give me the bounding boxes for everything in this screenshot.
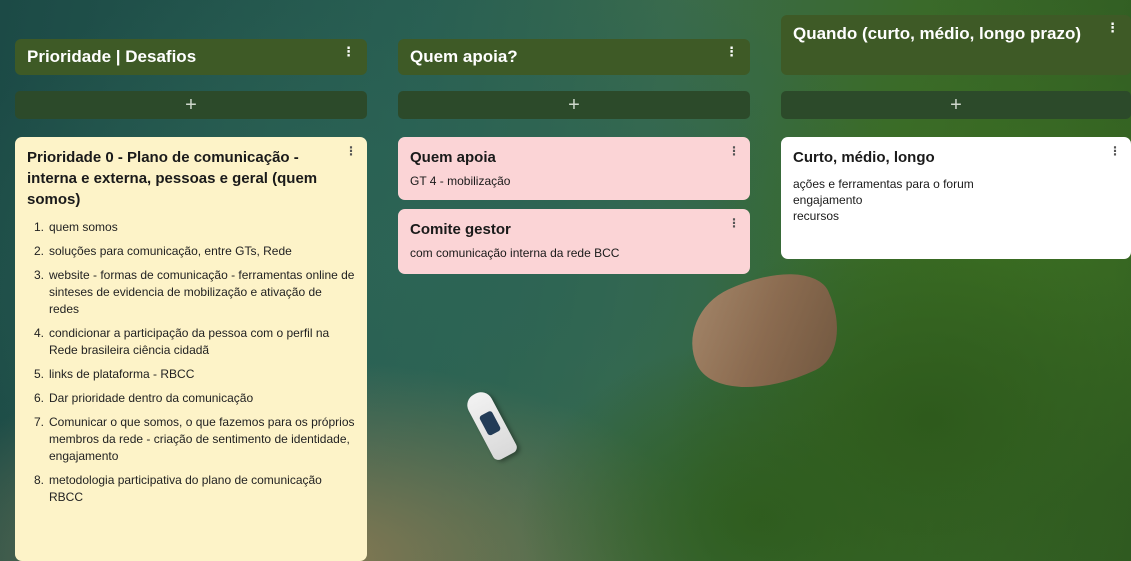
vertical-dots-icon[interactable]: ⋮ — [728, 145, 740, 157]
card-line: ações e ferramentas para o forum — [793, 177, 974, 191]
list-item: 3. website - formas de comunicação - ferr… — [33, 268, 355, 316]
add-card-button[interactable]: + — [15, 91, 367, 119]
column-title: Quando (curto, médio, longo prazo) — [793, 24, 1082, 43]
vertical-dots-icon[interactable]: ⋮ — [345, 145, 357, 157]
column-header[interactable]: Quem apoia? ⋮ — [398, 39, 750, 75]
boat — [463, 387, 519, 463]
list-item: 7. Comunicar o que somos, o que fazemos p… — [33, 415, 355, 463]
card-description: ações e ferramentas para o forum engajam… — [793, 176, 1119, 224]
list-item: 6. Dar prioridade dentro da comunicação — [33, 391, 254, 405]
list-item: 8. metodologia participativa do plano de … — [33, 473, 322, 504]
add-card-button[interactable]: + — [781, 91, 1131, 119]
rock-island — [673, 251, 857, 415]
card[interactable]: Prioridade 0 - Plano de comunicação - in… — [15, 137, 367, 561]
plus-icon: + — [185, 93, 197, 116]
list-item: 5. links de plataforma - RBCC — [33, 367, 195, 381]
plus-icon: + — [950, 93, 962, 116]
card-title: Curto, médio, longo — [793, 149, 935, 166]
card-title: Quem apoia — [410, 149, 496, 166]
vertical-dots-icon[interactable]: ⋮ — [1109, 145, 1121, 157]
list-item: 1. quem somos — [33, 220, 118, 234]
vertical-dots-icon[interactable]: ⋮ — [725, 45, 738, 58]
card[interactable]: Comite gestor ⋮ com comunicação interna … — [398, 209, 750, 274]
column-title: Quem apoia? — [410, 47, 518, 66]
list-item: 4. condicionar a participação da pessoa c… — [33, 326, 330, 357]
card-list: 1. quem somos 2. soluções para comunicação… — [27, 219, 355, 506]
list-item: 2. soluções para comunicação, entre GTs, … — [33, 244, 292, 258]
column-header[interactable]: Prioridade | Desafios ⋮ — [15, 39, 367, 75]
card-line: recursos — [793, 209, 840, 223]
card-description: GT 4 - mobilização — [410, 174, 511, 188]
vertical-dots-icon[interactable]: ⋮ — [728, 217, 740, 229]
plus-icon: + — [568, 93, 580, 116]
card-description: com comunicação interna da rede BCC — [410, 246, 620, 260]
column-title: Prioridade | Desafios — [27, 47, 197, 66]
card-title: Comite gestor — [410, 221, 511, 238]
card[interactable]: Quem apoia ⋮ GT 4 - mobilização — [398, 137, 750, 200]
vertical-dots-icon[interactable]: ⋮ — [1106, 21, 1119, 34]
card[interactable]: Curto, médio, longo ⋮ ações e ferramenta… — [781, 137, 1131, 259]
add-card-button[interactable]: + — [398, 91, 750, 119]
vertical-dots-icon[interactable]: ⋮ — [342, 45, 355, 58]
column-header[interactable]: Quando (curto, médio, longo prazo) ⋮ — [781, 15, 1131, 75]
card-title: Prioridade 0 - Plano de comunicação - in… — [27, 149, 318, 208]
card-line: engajamento — [793, 193, 863, 207]
